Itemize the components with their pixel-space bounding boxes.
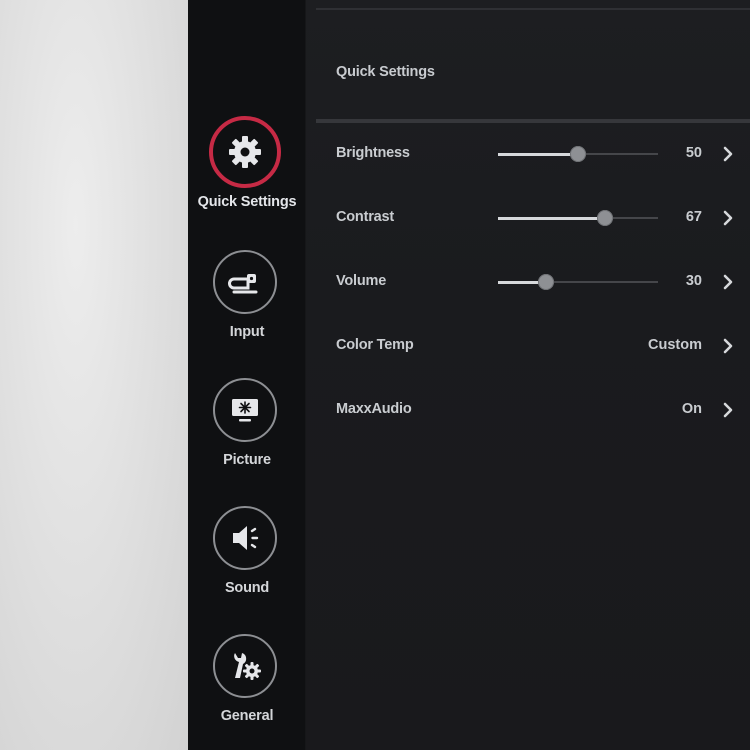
slider-handle[interactable] xyxy=(570,146,586,162)
chevron-right-icon[interactable] xyxy=(720,210,736,226)
slider-fill xyxy=(498,216,606,220)
setting-label: MaxxAudio xyxy=(336,401,412,417)
slider-handle[interactable] xyxy=(597,210,614,226)
setting-row-color-temp[interactable]: Color Temp Custom xyxy=(306,326,750,366)
setting-value: On xyxy=(681,401,702,417)
sidebar-item-input[interactable]: Input xyxy=(188,250,306,360)
setting-row-maxxaudio[interactable]: MaxxAudio On xyxy=(306,390,750,430)
setting-label: Color Temp xyxy=(336,337,414,353)
contrast-slider[interactable] xyxy=(498,210,658,226)
setting-label: Contrast xyxy=(336,209,395,225)
setting-row-contrast[interactable]: Contrast 67 xyxy=(306,198,750,238)
panel-title: Quick Settings xyxy=(336,64,435,80)
sidebar-item-sound[interactable]: Sound xyxy=(188,506,306,616)
volume-slider[interactable] xyxy=(498,274,658,290)
sidebar-item-picture[interactable]: Picture xyxy=(188,378,306,488)
sidebar-item-label: Sound xyxy=(224,580,270,596)
brightness-slider[interactable] xyxy=(498,146,658,162)
sidebar-item-label: Input xyxy=(229,324,265,340)
background-area xyxy=(0,0,190,750)
setting-value: 67 xyxy=(685,209,702,225)
divider xyxy=(316,8,750,10)
chevron-right-icon[interactable] xyxy=(720,338,736,354)
gear-icon xyxy=(209,116,281,188)
setting-value: 30 xyxy=(685,273,702,289)
setting-value: Custom xyxy=(648,337,702,353)
settings-panel: Quick Settings Brightness 50 Contrast 67 xyxy=(306,0,750,750)
setting-label: Brightness xyxy=(336,145,410,161)
slider-fill xyxy=(498,152,578,156)
wrench-gear-icon xyxy=(213,634,277,698)
chevron-right-icon[interactable] xyxy=(720,146,736,162)
sidebar-item-quick-settings[interactable]: Quick Settings xyxy=(188,116,306,230)
setting-row-volume[interactable]: Volume 30 xyxy=(306,262,750,302)
setting-label: Volume xyxy=(336,273,387,289)
divider xyxy=(316,119,750,123)
screen: Quick Settings Input Picture Sound Gener… xyxy=(0,0,750,750)
setting-value: 50 xyxy=(685,145,702,161)
speaker-icon xyxy=(213,506,277,570)
chevron-right-icon[interactable] xyxy=(720,274,736,290)
sidebar-item-label: General xyxy=(220,708,274,724)
sidebar-item-label: Picture xyxy=(223,452,271,468)
slider-handle[interactable] xyxy=(538,274,554,290)
monitor-icon xyxy=(213,378,277,442)
osd-sidebar: Quick Settings Input Picture Sound Gener… xyxy=(188,0,306,750)
sidebar-item-label: Quick Settings xyxy=(197,194,297,210)
chevron-right-icon[interactable] xyxy=(720,402,736,418)
input-plug-icon xyxy=(213,250,277,314)
setting-row-brightness[interactable]: Brightness 50 xyxy=(306,134,750,174)
sidebar-item-general[interactable]: General xyxy=(188,634,306,744)
